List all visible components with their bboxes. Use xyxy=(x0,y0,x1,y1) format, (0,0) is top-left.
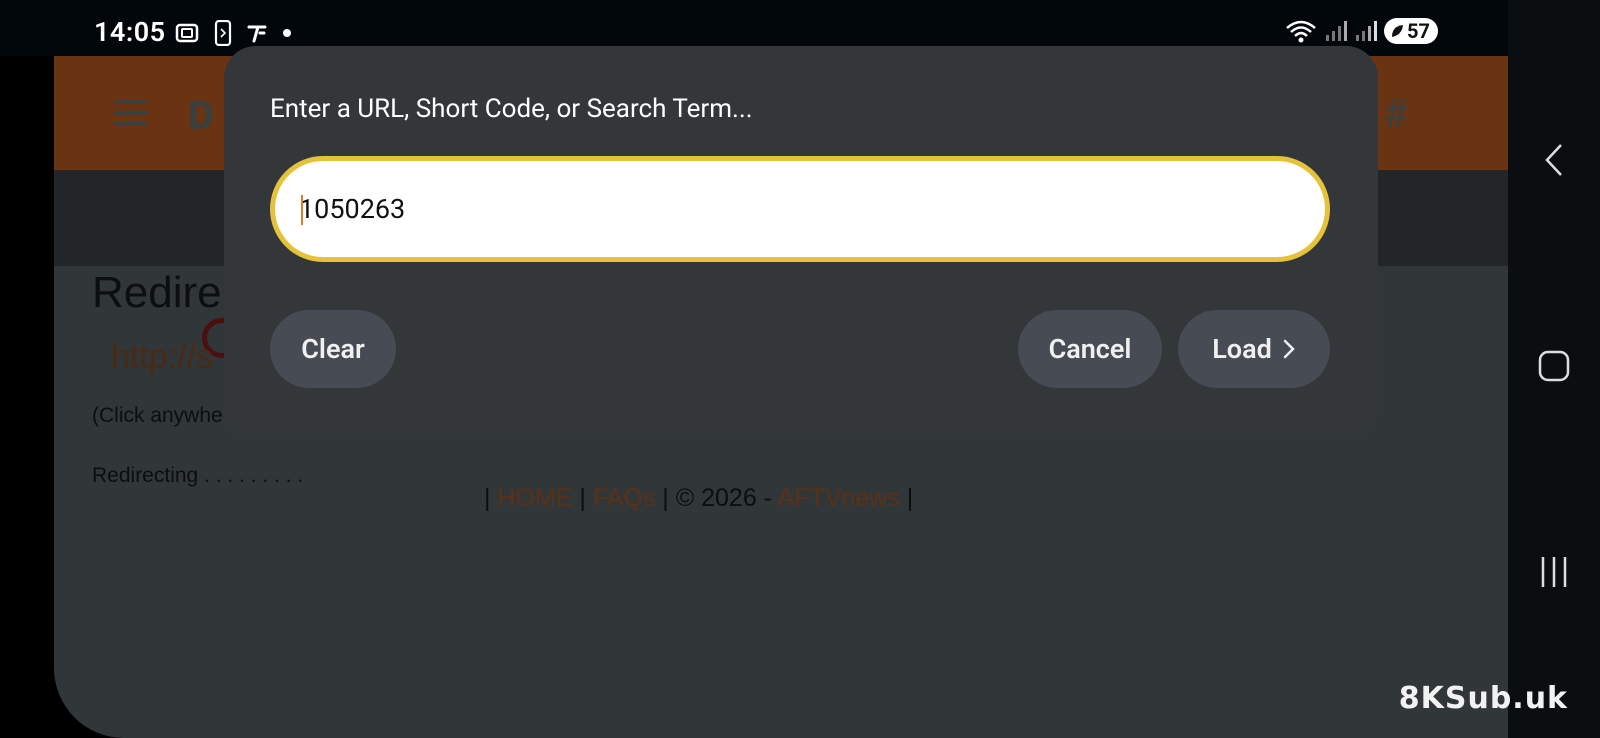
system-nav-bar xyxy=(1508,0,1600,738)
url-input[interactable] xyxy=(299,161,1299,257)
url-input-container[interactable] xyxy=(270,156,1330,262)
status-icons-right: 57 xyxy=(1284,18,1438,44)
footer-brand-link[interactable]: AFTVnews xyxy=(778,484,900,512)
hamburger-menu-icon xyxy=(114,100,148,126)
footer-home-link[interactable]: HOME xyxy=(497,484,572,512)
recents-button[interactable] xyxy=(1534,552,1574,592)
battery-level: 57 xyxy=(1407,19,1430,43)
clear-button-label: Clear xyxy=(301,333,365,365)
cancel-button[interactable]: Cancel xyxy=(1018,310,1162,388)
redirect-title: Redire xyxy=(92,268,222,317)
footer-links: | HOME | FAQs | © 2026 - AFTVnews | xyxy=(484,484,913,513)
footer-sep: | xyxy=(484,484,498,512)
chevron-right-icon xyxy=(1283,339,1295,359)
load-button-label: Load xyxy=(1212,333,1272,365)
redirecting-text: Redirecting . . . . . . . . . xyxy=(92,464,304,487)
signal-icon xyxy=(1356,21,1378,41)
load-button[interactable]: Load xyxy=(1178,310,1330,388)
dialog-title: Enter a URL, Short Code, or Search Term.… xyxy=(270,94,753,124)
text-caret xyxy=(301,195,303,225)
back-icon xyxy=(1545,144,1562,176)
footer-sep: | xyxy=(899,484,914,512)
leaf-icon xyxy=(1392,25,1404,37)
signal-icon xyxy=(1326,21,1348,41)
web-logo: D xyxy=(188,92,214,139)
hash-icon: # xyxy=(1382,90,1408,139)
status-time: 14:05 xyxy=(94,16,166,48)
recents-icon xyxy=(1541,557,1567,587)
clear-button[interactable]: Clear xyxy=(270,310,396,388)
footer-copyright: | © 2026 - xyxy=(655,484,778,512)
screenshot-icon xyxy=(175,23,199,43)
watermark: 8KSub.uk xyxy=(1398,681,1568,716)
battery-indicator: 57 xyxy=(1384,18,1438,44)
wifi-icon xyxy=(1286,20,1316,43)
dot-icon xyxy=(283,29,291,37)
click-hint: (Click anywhe xyxy=(92,404,223,427)
back-button[interactable] xyxy=(1534,140,1574,180)
footer-sep: | xyxy=(572,484,593,512)
footer-faqs-link[interactable]: FAQs xyxy=(593,484,656,512)
home-icon xyxy=(1538,350,1570,382)
tv-icon xyxy=(247,25,267,43)
status-icons-left xyxy=(174,20,292,46)
redirect-url: http://s xyxy=(111,338,214,376)
url-entry-dialog: Enter a URL, Short Code, or Search Term.… xyxy=(224,46,1378,438)
home-button[interactable] xyxy=(1534,346,1574,386)
cancel-button-label: Cancel xyxy=(1048,333,1132,365)
phone-icon xyxy=(214,20,232,46)
